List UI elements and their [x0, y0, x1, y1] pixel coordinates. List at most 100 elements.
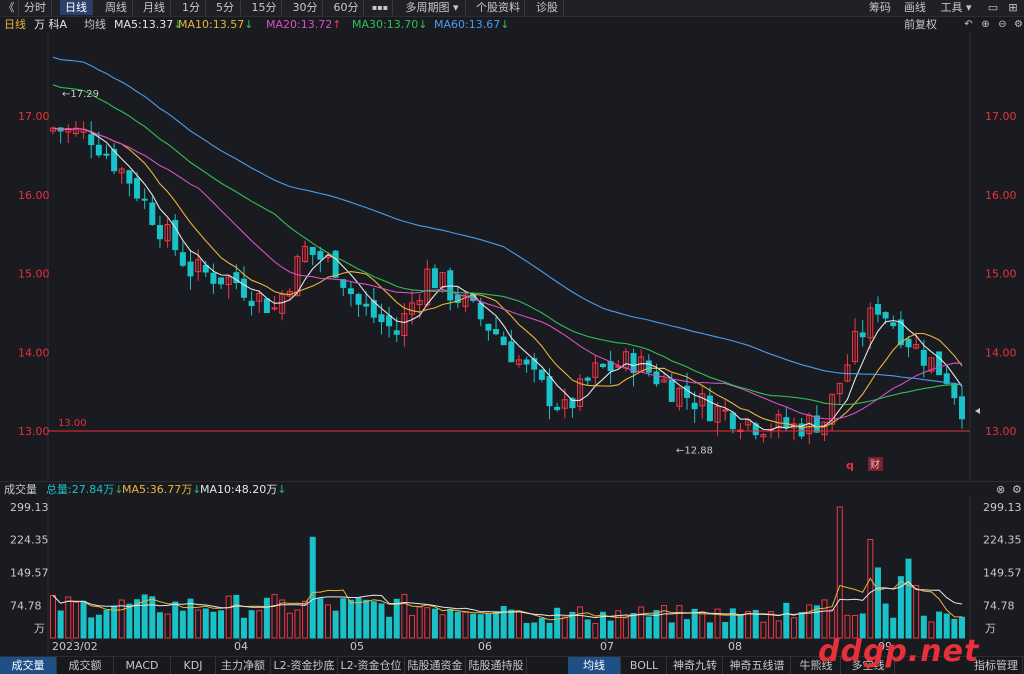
indicator-tab-0[interactable]: 成交量 [0, 657, 57, 674]
volume-bar [668, 622, 675, 639]
candle-body [874, 304, 881, 315]
close-pane-icon[interactable]: ⊗ [996, 482, 1005, 498]
volume-bar [218, 610, 225, 639]
candle-body [347, 288, 354, 295]
window-menu-icon[interactable]: ▭ [986, 0, 1000, 15]
volume-bar [500, 606, 507, 639]
candle-body [431, 268, 438, 289]
indicator-tab-1[interactable]: 成交额 [57, 657, 114, 674]
avg-line-label[interactable]: 均线 [84, 17, 106, 33]
tab-monthly[interactable]: 月线 [138, 0, 171, 15]
candle-body [493, 329, 500, 335]
indicator-tab-3[interactable]: KDJ [171, 657, 216, 674]
candle-body [959, 396, 965, 420]
tab-15min[interactable]: 15分 [247, 0, 282, 15]
volume-bar [477, 614, 484, 639]
candle-body [248, 300, 255, 307]
volume-bar [874, 567, 881, 639]
volume-bar [676, 605, 683, 639]
stock-profile-button[interactable]: 个股资料 [472, 0, 525, 15]
chip-distribution-button[interactable]: 筹码 [864, 0, 896, 15]
volume-bar [302, 600, 309, 639]
candle-body [210, 272, 217, 284]
tab-1min[interactable]: 1分 [177, 0, 206, 15]
volume-bar [195, 609, 202, 639]
adjust-label[interactable]: 前复权 [904, 17, 937, 33]
tab-weekly[interactable]: 周线 [100, 0, 133, 15]
volume-bar [370, 601, 377, 639]
volume-bar [462, 611, 469, 639]
volume-bar [622, 617, 629, 639]
candle-body [905, 338, 912, 348]
volume-bar [111, 605, 118, 639]
settings-icon[interactable]: ⚙ [1012, 18, 1024, 31]
diagnose-button[interactable]: 诊股 [531, 0, 564, 15]
candle-body [691, 402, 698, 410]
y-tick-label: 15.00 [18, 268, 50, 281]
volume-bar [821, 599, 828, 639]
volume-chart[interactable]: 299.13 299.13 224.35 224.35 149.57 149.57 74.7… [0, 497, 1024, 655]
multi-period-dropdown[interactable]: 多周期图 ▾ [399, 0, 466, 15]
volume-bar [317, 598, 324, 639]
overlay-tab-1[interactable]: BOLL [622, 657, 667, 674]
tools-dropdown[interactable]: 工具 ▾ [934, 0, 978, 15]
undo-icon[interactable]: ↶ [962, 18, 975, 31]
volume-bar [630, 613, 637, 639]
candle-body [332, 250, 339, 278]
indicator-tab-8[interactable]: 陆股通持股 [466, 657, 527, 674]
volume-bar [225, 595, 232, 639]
volume-title: 成交量 [4, 483, 37, 496]
ma-legend-1: MA10:13.57↓ [178, 18, 254, 31]
zoom-out-icon[interactable]: ⊖ [996, 18, 1009, 31]
volume-bar [470, 613, 477, 639]
indicator-tab-5[interactable]: L2-资金抄底 [271, 657, 338, 674]
tab-60min[interactable]: 60分 [329, 0, 364, 15]
volume-bar [240, 617, 247, 639]
tab-intraday[interactable]: 分时 [19, 0, 52, 15]
volume-bar [905, 558, 912, 639]
indicator-tab-2[interactable]: MACD [114, 657, 171, 674]
overlay-tab-3[interactable]: 神奇五线谱 [724, 657, 791, 674]
overlay-tab-0[interactable]: 均线 [568, 657, 621, 674]
volume-total: 总量:27.84万↓ [46, 483, 124, 496]
vol-tick-label: 74.78 [10, 599, 42, 612]
volume-bar [347, 599, 354, 639]
indicator-tab-7[interactable]: 陆股通资金 [405, 657, 466, 674]
indicator-tab-4[interactable]: 主力净额 [216, 657, 271, 674]
candle-body [599, 363, 606, 368]
candle-body [240, 278, 247, 298]
candle-body [584, 377, 591, 381]
grid-layout-icon[interactable]: ⊞ [1006, 0, 1020, 15]
low-marker: ←12.88 [676, 445, 713, 456]
period-label: 日线 [4, 18, 26, 31]
back-icon[interactable]: 《 [0, 0, 19, 15]
tab-30min[interactable]: 30分 [288, 0, 323, 15]
draw-line-button[interactable]: 画线 [899, 0, 931, 15]
volume-bar [615, 610, 622, 639]
volume-bar [768, 611, 775, 639]
volume-bar [233, 594, 240, 639]
x-tick-label: 07 [600, 640, 614, 653]
tab-daily[interactable]: 日线 [60, 0, 93, 15]
volume-bar [806, 604, 813, 639]
candle-body [783, 417, 790, 428]
volume-bar [424, 607, 431, 639]
volume-bar [706, 622, 713, 639]
candle-body [645, 360, 652, 373]
vol-tick-label: 74.78 [983, 599, 1015, 612]
pane-settings-icon[interactable]: ⚙ [1012, 482, 1022, 498]
zoom-in-icon[interactable]: ⊕ [979, 18, 992, 31]
volume-bar [401, 593, 408, 639]
more-periods-icon[interactable]: ▪▪▪ [368, 0, 393, 15]
volume-bar [95, 614, 102, 639]
overlay-tab-2[interactable]: 神奇九转 [668, 657, 723, 674]
y-tick-label: 14.00 [18, 346, 50, 359]
indicator-tab-6[interactable]: L2-资金仓位 [338, 657, 405, 674]
tab-5min[interactable]: 5分 [210, 0, 241, 15]
ma-legend-4: MA60:13.67↓ [434, 18, 510, 31]
candle-body [477, 302, 484, 320]
candlestick-chart[interactable]: 17.00 17.00 16.00 16.00 15.00 15.00 14.00 14.00… [0, 33, 1024, 481]
ma-legend: 日线 万 科A 均线 MA5:13.37↓ MA10:13.57↓ MA20:13.… [0, 17, 1024, 33]
candle-body [447, 270, 454, 301]
volume-bar [913, 584, 920, 639]
